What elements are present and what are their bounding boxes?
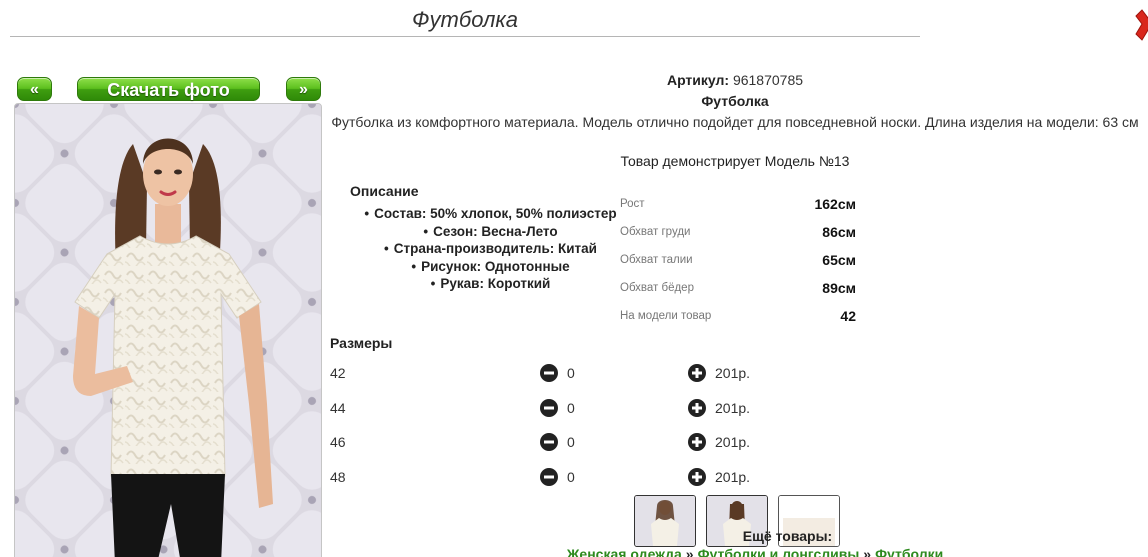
prev-photo-button[interactable]: « [17, 77, 52, 101]
breadcrumb-link-womens-clothing[interactable]: Женская одежда [567, 546, 682, 557]
size-label: 48 [330, 469, 346, 485]
description-heading: Описание [350, 183, 419, 199]
decrease-qty-button[interactable] [540, 468, 558, 486]
more-products-heading: Ещё товары: [742, 528, 833, 544]
measure-row-hips: Обхват бёдер 89см [620, 278, 856, 298]
spec-item-pattern: Рисунок: Однотонные [348, 258, 633, 276]
measure-value: 65см [822, 252, 856, 268]
breadcrumb-link-tshirts[interactable]: Футболки [875, 546, 943, 557]
size-price: 201р. [715, 434, 751, 450]
page-title: Футболка [412, 7, 518, 32]
increase-qty-button[interactable] [688, 364, 706, 382]
decrease-qty-button[interactable] [540, 399, 558, 417]
measure-value: 42 [840, 308, 856, 324]
size-price: 201р. [715, 400, 751, 416]
breadcrumb-link-tshirts-longsleeves[interactable]: Футболки и лонгсливы [698, 546, 860, 557]
minus-circle-icon [540, 364, 558, 382]
measure-row-model-size: На модели товар 42 [620, 306, 856, 326]
size-row-46: 46 0 201р. [330, 431, 790, 453]
product-description: Футболка из комфортного материала. Модел… [331, 114, 1139, 130]
article-label: Артикул: [666, 72, 730, 88]
article-value: 961870785 [732, 72, 804, 88]
spec-item-country: Страна-производитель: Китай [348, 240, 633, 258]
decrease-qty-button[interactable] [540, 364, 558, 382]
size-price: 201р. [715, 469, 751, 485]
product-photo[interactable] [14, 103, 322, 557]
quantity-value: 0 [567, 400, 575, 416]
category-breadcrumb: Женская одежда» Футболки и лонгсливы» Футб… [330, 546, 1148, 557]
size-label: 44 [330, 400, 346, 416]
spec-item-composition: Состав: 50% хлопок, 50% полиэстер [348, 205, 633, 223]
measure-row-waist: Обхват талии 65см [620, 250, 856, 270]
minus-circle-icon [540, 433, 558, 451]
quantity-value: 0 [567, 469, 575, 485]
spec-list: Состав: 50% хлопок, 50% полиэстер Сезон:… [348, 205, 633, 293]
size-label: 46 [330, 434, 346, 450]
size-price: 201р. [715, 365, 751, 381]
quantity-value: 0 [567, 365, 575, 381]
breadcrumb-separator: » [863, 546, 872, 557]
product-name: Футболка [701, 93, 769, 109]
plus-circle-icon [688, 399, 706, 417]
measure-label: Обхват груди [620, 226, 691, 238]
increase-qty-button[interactable] [688, 433, 706, 451]
measure-label: Обхват талии [620, 254, 693, 266]
measure-label: Рост [620, 198, 645, 210]
measure-row-height: Рост 162см [620, 194, 856, 214]
model-note: Товар демонстрирует Модель №13 [620, 153, 850, 169]
size-row-42: 42 0 201р. [330, 362, 790, 384]
spec-item-sleeve: Рукав: Короткий [348, 275, 633, 293]
sizes-heading: Размеры [330, 335, 393, 351]
measure-label: На модели товар [620, 310, 712, 322]
quantity-value: 0 [567, 434, 575, 450]
size-row-48: 48 0 201р. [330, 466, 790, 488]
size-row-44: 44 0 201р. [330, 397, 790, 419]
plus-circle-icon [688, 468, 706, 486]
product-page: Футболка « Скачать фото » Артикул: 96187… [0, 0, 1148, 557]
close-x-icon [1135, 9, 1148, 41]
minus-circle-icon [540, 468, 558, 486]
decrease-qty-button[interactable] [540, 433, 558, 451]
close-button[interactable] [1134, 8, 1148, 42]
increase-qty-button[interactable] [688, 468, 706, 486]
measure-label: Обхват бёдер [620, 282, 694, 294]
article-line: Артикул: 961870785 [330, 72, 1140, 88]
measure-value: 86см [822, 224, 856, 240]
plus-circle-icon [688, 364, 706, 382]
minus-circle-icon [540, 399, 558, 417]
download-photo-button[interactable]: Скачать фото [77, 77, 260, 101]
spec-item-season: Сезон: Весна-Лето [348, 223, 633, 241]
size-label: 42 [330, 365, 346, 381]
measure-row-chest: Обхват груди 86см [620, 222, 856, 242]
increase-qty-button[interactable] [688, 399, 706, 417]
plus-circle-icon [688, 433, 706, 451]
measure-value: 162см [814, 196, 856, 212]
next-photo-button[interactable]: » [286, 77, 321, 101]
title-divider [10, 36, 920, 37]
breadcrumb-separator: » [685, 546, 694, 557]
model-photo-illustration [15, 104, 321, 557]
measure-value: 89см [822, 280, 856, 296]
